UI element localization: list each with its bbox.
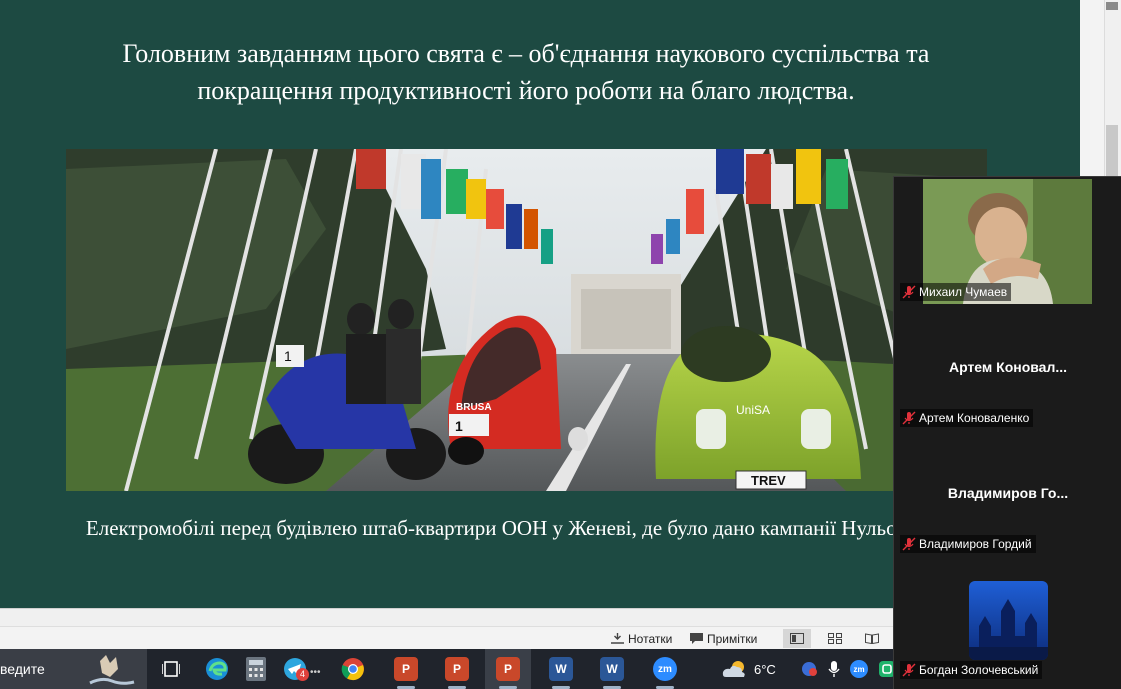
- slide-heading[interactable]: Головним завданням цього свята є – об'єд…: [60, 35, 992, 109]
- mic-muted-icon: [902, 663, 916, 677]
- participant-label: Михаил Чумаев: [900, 283, 1012, 301]
- normal-view-icon: [790, 633, 804, 644]
- task-view-icon: [162, 661, 180, 677]
- participant-name: Артем Коноваленко: [919, 411, 1030, 425]
- powerpoint-button-1[interactable]: P: [383, 649, 429, 689]
- mic-muted-icon: [902, 285, 916, 299]
- zoom-icon: zm: [653, 657, 677, 681]
- participant-name: Владимиров Гордий: [919, 537, 1032, 551]
- taskbar-search-box[interactable]: ведите: [0, 649, 147, 689]
- microphone-icon[interactable]: [828, 660, 840, 678]
- telegram-unread-badge: 4: [296, 668, 309, 681]
- reading-view-button[interactable]: [858, 629, 886, 648]
- trike-number: 1: [455, 418, 463, 434]
- cloud-sun-icon: [722, 661, 745, 677]
- participant-display-name: Артем Коновал...: [948, 359, 1068, 375]
- slide-sorter-view-button[interactable]: [821, 629, 849, 648]
- notes-button[interactable]: Нотатки: [611, 631, 672, 646]
- powerpoint-button-3[interactable]: P: [485, 649, 531, 689]
- participant-tile[interactable]: Михаил Чумаев: [894, 177, 1121, 304]
- chrome-icon: [341, 658, 364, 681]
- car-brand: UniSA: [736, 403, 770, 417]
- trike-brand: BRUSA: [456, 402, 492, 413]
- participant-tile[interactable]: Владимиров Го... Владимиров Гордий: [894, 429, 1121, 555]
- scooter-number: 1: [284, 348, 292, 364]
- comments-label: Примітки: [707, 631, 758, 646]
- participant-label: Владимиров Гордий: [900, 535, 1036, 553]
- word-icon: W: [549, 657, 573, 681]
- mic-muted-icon: [902, 411, 916, 425]
- comment-icon: [690, 633, 703, 644]
- zoom-participants-panel[interactable]: Михаил Чумаев Артем Коновал... Артем Кон…: [893, 176, 1121, 689]
- powerpoint-icon: P: [496, 657, 520, 681]
- notes-label: Нотатки: [628, 631, 673, 646]
- calculator-icon: [246, 657, 266, 681]
- car-plate: TREV: [751, 473, 786, 488]
- reading-view-icon: [865, 633, 879, 644]
- weather-temperature: 6°C: [754, 661, 776, 677]
- word-icon: W: [600, 657, 624, 681]
- comments-button[interactable]: Примітки: [690, 631, 757, 646]
- participant-display-name: Владимиров Го...: [947, 485, 1069, 501]
- slide-sorter-icon: [828, 633, 842, 644]
- scroll-up-arrow-icon[interactable]: [1106, 2, 1118, 10]
- powerpoint-button-2[interactable]: P: [434, 649, 480, 689]
- powerpoint-icon: P: [394, 657, 418, 681]
- slide-photo[interactable]: 1 1 BRUSA UniSA TREV: [66, 149, 987, 491]
- mic-muted-icon: [902, 537, 916, 551]
- zoom-tray-icon[interactable]: zm: [850, 660, 868, 678]
- castle-avatar-icon: [969, 581, 1048, 660]
- search-text: ведите: [0, 661, 45, 677]
- word-button-1[interactable]: W: [538, 649, 584, 689]
- more-icon: •••: [310, 667, 321, 678]
- zoom-button[interactable]: zm: [642, 649, 688, 689]
- participant-label: Богдан Золочевський: [900, 661, 1043, 679]
- participant-label: Артем Коноваленко: [900, 409, 1034, 427]
- telegram-button[interactable]: 4 •••: [272, 649, 321, 689]
- participant-tile[interactable]: Богдан Золочевський: [894, 555, 1121, 681]
- weather-widget[interactable]: 6°C: [722, 649, 776, 689]
- participant-tile[interactable]: Артем Коновал... Артем Коноваленко: [894, 303, 1121, 429]
- notes-icon: [611, 633, 624, 644]
- edge-icon: [206, 658, 228, 680]
- avatar: [969, 581, 1048, 660]
- system-tray: zm: [800, 649, 896, 689]
- un-flags-electric-vehicles-photo: 1 1 BRUSA UniSA TREV: [66, 149, 987, 491]
- slide-caption[interactable]: Електромобілі перед будівлею штаб-кварти…: [30, 514, 1030, 543]
- chrome-button[interactable]: [330, 649, 376, 689]
- scrollbar-thumb[interactable]: [1106, 125, 1118, 180]
- screen: Головним завданням цього свята є – об'єд…: [0, 0, 1121, 689]
- normal-view-button[interactable]: [783, 629, 811, 648]
- task-view-button[interactable]: [148, 649, 194, 689]
- word-button-2[interactable]: W: [589, 649, 635, 689]
- powerpoint-icon: P: [445, 657, 469, 681]
- participant-name: Михаил Чумаев: [919, 285, 1008, 299]
- tray-app-icon[interactable]: [800, 660, 818, 678]
- participant-name: Богдан Золочевський: [919, 663, 1039, 677]
- search-highlight-icon: [89, 655, 135, 685]
